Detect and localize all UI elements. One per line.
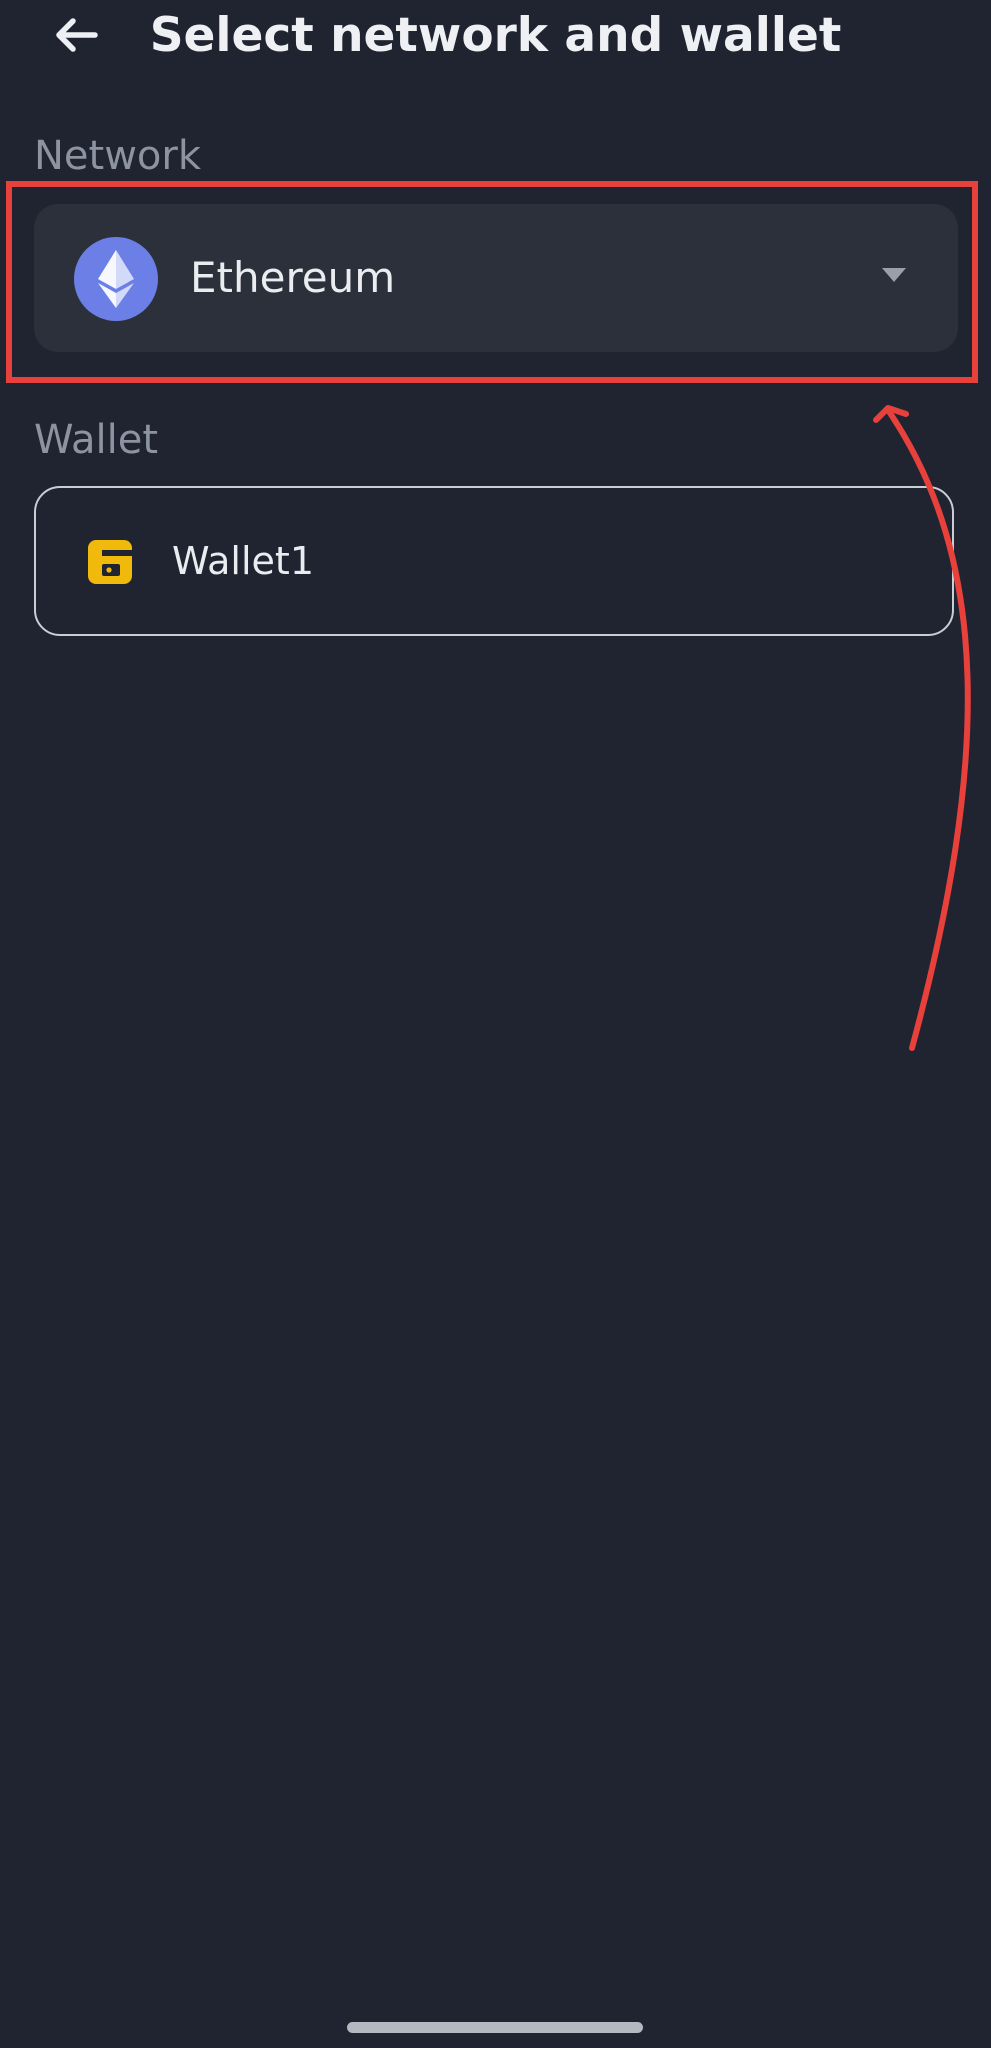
wallet-icon bbox=[88, 540, 132, 584]
wallet-name: Wallet1 bbox=[172, 539, 314, 583]
ethereum-icon bbox=[74, 237, 158, 321]
wallet-section-label: Wallet bbox=[34, 417, 159, 463]
chevron-down-icon bbox=[882, 268, 906, 282]
page-title: Select network and wallet bbox=[149, 8, 842, 63]
network-dropdown[interactable]: Ethereum bbox=[34, 204, 958, 352]
network-section-label: Network bbox=[34, 133, 202, 179]
selected-network-name: Ethereum bbox=[190, 253, 396, 302]
home-indicator bbox=[347, 2022, 643, 2033]
wallet-item[interactable]: Wallet1 bbox=[34, 486, 954, 636]
header: Select network and wallet bbox=[0, 0, 991, 90]
